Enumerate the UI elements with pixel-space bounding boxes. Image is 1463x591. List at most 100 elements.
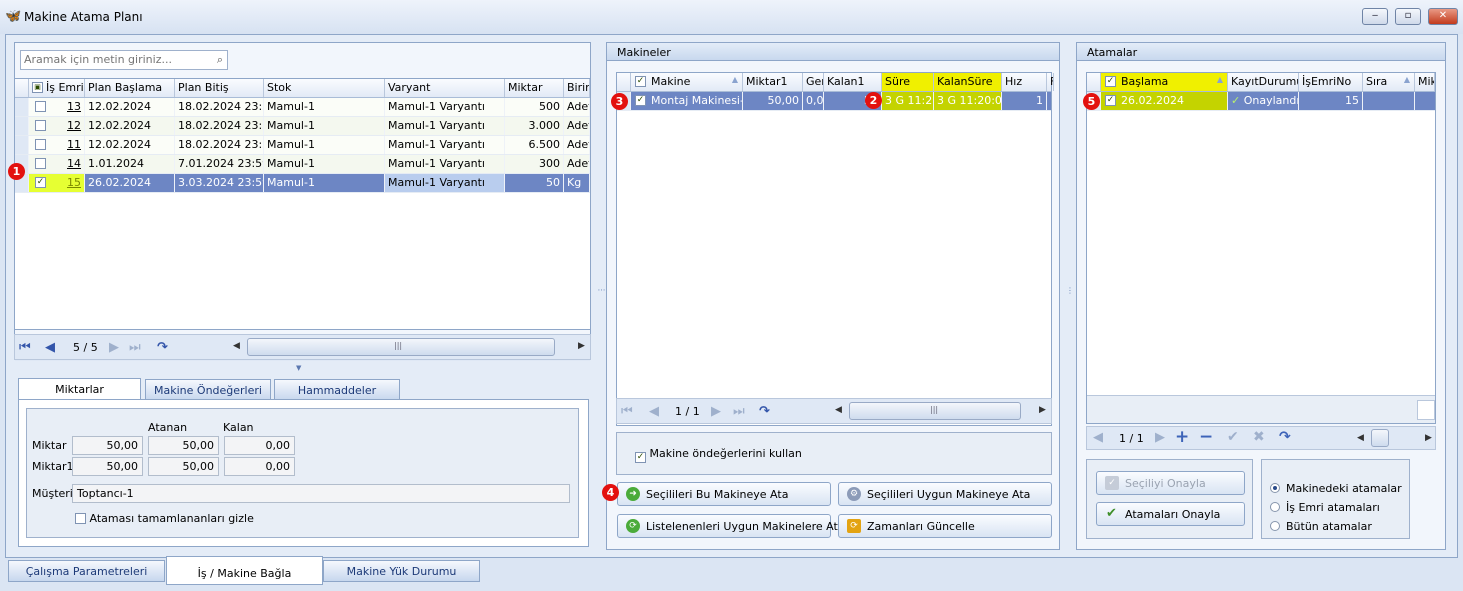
last-page-icon[interactable]: ⏭ bbox=[129, 340, 141, 355]
confirm-icon[interactable]: ✔ bbox=[1227, 429, 1239, 445]
radio-all-assignments[interactable]: Bütün atamalar bbox=[1270, 520, 1372, 533]
col-miktar[interactable]: Miktar bbox=[505, 79, 564, 97]
col-varyant[interactable]: Varyant bbox=[385, 79, 505, 97]
scroll-right-icon[interactable]: ▶ bbox=[578, 341, 585, 351]
assign-scroll-left-icon[interactable]: ◀ bbox=[1357, 433, 1364, 443]
assign-row-checkbox[interactable]: ✓ bbox=[1105, 95, 1116, 106]
col-kayitdurumu[interactable]: KayıtDurumu bbox=[1228, 73, 1299, 91]
machines-first-icon[interactable]: ⏮ bbox=[621, 404, 633, 419]
col-miktar1[interactable]: Miktar1 bbox=[743, 73, 803, 91]
machine-row-checkbox[interactable]: ✓ bbox=[635, 95, 646, 106]
add-icon[interactable]: + bbox=[1175, 427, 1189, 447]
hide-completed-box[interactable] bbox=[75, 513, 86, 524]
col-stok[interactable]: Stok bbox=[264, 79, 385, 97]
machines-prev-icon[interactable]: ◀ bbox=[649, 404, 659, 419]
refresh-icon[interactable]: ↷ bbox=[157, 340, 168, 355]
search-input[interactable]: ⌕ bbox=[20, 50, 228, 70]
machine-select-all[interactable]: ✓ bbox=[635, 76, 646, 87]
tab-calisma-parametreleri[interactable]: Çalışma Parametreleri bbox=[8, 560, 165, 582]
job-is-emri[interactable]: ✓ 15 bbox=[29, 174, 85, 192]
assignment-row[interactable]: ✓ 26.02.2024 ✓ Onaylandı 15 bbox=[1087, 92, 1435, 111]
job-row[interactable]: 1312.02.202418.02.2024 23:59Mamul-1Mamul… bbox=[15, 98, 590, 117]
assign-select-all[interactable]: ✓ bbox=[1105, 76, 1116, 87]
search-field[interactable] bbox=[21, 51, 201, 68]
maximize-button[interactable]: ▫ bbox=[1395, 8, 1421, 25]
assign-listed-button[interactable]: ⟳ Listelenenleri Uygun Makinelere Ata bbox=[617, 514, 845, 538]
assign-next-icon[interactable]: ▶ bbox=[1155, 430, 1165, 445]
assign-refresh-icon[interactable]: ↷ bbox=[1279, 429, 1291, 445]
tab-hammaddeler[interactable]: Hammaddeler bbox=[274, 379, 400, 401]
machine-name-cell[interactable]: ✓ Montaj Makinesi-1 bbox=[631, 92, 743, 110]
assign-scroll-right-icon[interactable]: ▶ bbox=[1425, 433, 1432, 443]
radio-machine-assignments[interactable]: Makinedeki atamalar bbox=[1270, 482, 1402, 495]
scroll-left-icon[interactable]: ◀ bbox=[233, 341, 240, 351]
search-icon[interactable]: ⌕ bbox=[217, 53, 223, 67]
machines-scroll-left-icon[interactable]: ◀ bbox=[835, 405, 842, 415]
machines-next-icon[interactable]: ▶ bbox=[711, 404, 721, 419]
col-is-emri[interactable]: ▣ İş Emri bbox=[29, 79, 85, 97]
job-row[interactable]: 1212.02.202418.02.2024 23:59Mamul-1Mamul… bbox=[15, 117, 590, 136]
cancel-icon[interactable]: ✖ bbox=[1253, 429, 1265, 445]
assign-selected-button[interactable]: ➜ Seçilileri Bu Makineye Ata bbox=[617, 482, 831, 506]
job-is-emri[interactable]: 12 bbox=[29, 117, 85, 135]
col-plan-baslama[interactable]: Plan Başlama bbox=[85, 79, 175, 97]
hide-completed-checkbox[interactable]: Ataması tamamlananları gizle bbox=[75, 512, 254, 525]
first-page-icon[interactable]: ⏮ bbox=[19, 340, 31, 355]
job-is-emri[interactable]: 14 bbox=[29, 155, 85, 173]
prev-page-icon[interactable]: ◀ bbox=[45, 340, 55, 355]
use-defaults-checkbox[interactable]: ✓ Makine öndeğerlerini kullan bbox=[635, 447, 802, 463]
radio-dot-1[interactable] bbox=[1270, 483, 1280, 493]
tab-makine-ondegerleri[interactable]: Makine Öndeğerleri bbox=[145, 379, 271, 401]
assign-prev-icon[interactable]: ◀ bbox=[1093, 430, 1103, 445]
col-mikt[interactable]: Mikt bbox=[1415, 73, 1435, 91]
jobs-hscroll[interactable]: ||| bbox=[247, 338, 555, 356]
job-row-checkbox[interactable] bbox=[35, 101, 46, 112]
radio-dot-3[interactable] bbox=[1270, 521, 1280, 531]
close-button[interactable]: ✕ bbox=[1428, 8, 1458, 25]
machine-row[interactable]: ✓Montaj Makinesi-1 50,00 0,0 50 3 G 11:2… bbox=[617, 92, 1051, 111]
col-plan-bitis[interactable]: Plan Bitiş bbox=[175, 79, 264, 97]
job-row-checkbox[interactable] bbox=[35, 120, 46, 131]
col-sira[interactable]: Sıra ▲ bbox=[1363, 73, 1415, 91]
machines-last-icon[interactable]: ⏭ bbox=[733, 404, 745, 419]
col-baslama[interactable]: ✓ Başlama ▲ bbox=[1101, 73, 1228, 91]
job-row-checkbox[interactable] bbox=[35, 139, 46, 150]
tab-miktarlar[interactable]: Miktarlar bbox=[18, 378, 141, 400]
machines-scroll-right-icon[interactable]: ▶ bbox=[1039, 405, 1046, 415]
next-page-icon[interactable]: ▶ bbox=[109, 340, 119, 355]
job-row-checkbox[interactable] bbox=[35, 158, 46, 169]
col-birim[interactable]: Birim bbox=[564, 79, 590, 97]
job-row[interactable]: 1112.02.202418.02.2024 23:59Mamul-1Mamul… bbox=[15, 136, 590, 155]
job-row[interactable]: 14 1.01.2024 7.01.2024 23:59: Mamul-1 Mamul-… bbox=[15, 155, 590, 174]
assign-hscroll[interactable] bbox=[1371, 429, 1389, 447]
use-defaults-box[interactable]: ✓ bbox=[635, 452, 646, 463]
job-is-emri[interactable]: 11 bbox=[29, 136, 85, 154]
assign-suitable-button[interactable]: ⚙ Seçilileri Uygun Makineye Ata bbox=[838, 482, 1052, 506]
tab-makine-yuk-durumu[interactable]: Makine Yük Durumu bbox=[323, 560, 480, 582]
approve-all-button[interactable]: ✔ Atamaları Onayla bbox=[1096, 502, 1245, 526]
splitter-left[interactable]: ⋮ bbox=[597, 286, 606, 294]
col-ger[interactable]: Ger bbox=[803, 73, 824, 91]
radio-job-assignments[interactable]: İş Emri atamaları bbox=[1270, 501, 1380, 514]
machines-hscroll[interactable]: ||| bbox=[849, 402, 1021, 420]
splitter-right[interactable]: ⋮ bbox=[1066, 286, 1074, 295]
job-row-checkbox[interactable]: ✓ bbox=[35, 177, 46, 188]
remove-icon[interactable]: − bbox=[1199, 427, 1213, 447]
col-sure[interactable]: Süre bbox=[882, 73, 934, 91]
tab-is-makine-bagla[interactable]: İş / Makine Bağla bbox=[166, 556, 323, 585]
assign-baslama-cell[interactable]: ✓ 26.02.2024 bbox=[1101, 92, 1228, 110]
col-kalansure[interactable]: KalanSüre bbox=[934, 73, 1002, 91]
col-hiz[interactable]: Hız bbox=[1002, 73, 1047, 91]
approve-selected-button[interactable]: ✓ Seçiliyi Onayla bbox=[1096, 471, 1245, 495]
splitter-down-icon[interactable]: ▼ bbox=[296, 364, 301, 372]
select-all-checkbox[interactable]: ▣ bbox=[32, 82, 43, 93]
col-f[interactable]: F bbox=[1047, 73, 1054, 91]
radio-dot-2[interactable] bbox=[1270, 502, 1280, 512]
col-makine[interactable]: ✓ Makine ▲ bbox=[631, 73, 743, 91]
col-isemrino[interactable]: İşEmriNo bbox=[1299, 73, 1363, 91]
job-is-emri[interactable]: 13 bbox=[29, 98, 85, 116]
job-row[interactable]: ✓ 15 26.02.2024 3.03.2024 23:59: Mamul-1 Mamu… bbox=[15, 174, 590, 193]
update-times-button[interactable]: ⟳ Zamanları Güncelle bbox=[838, 514, 1052, 538]
minimize-button[interactable]: ‒ bbox=[1362, 8, 1388, 25]
machines-refresh-icon[interactable]: ↷ bbox=[759, 404, 770, 419]
